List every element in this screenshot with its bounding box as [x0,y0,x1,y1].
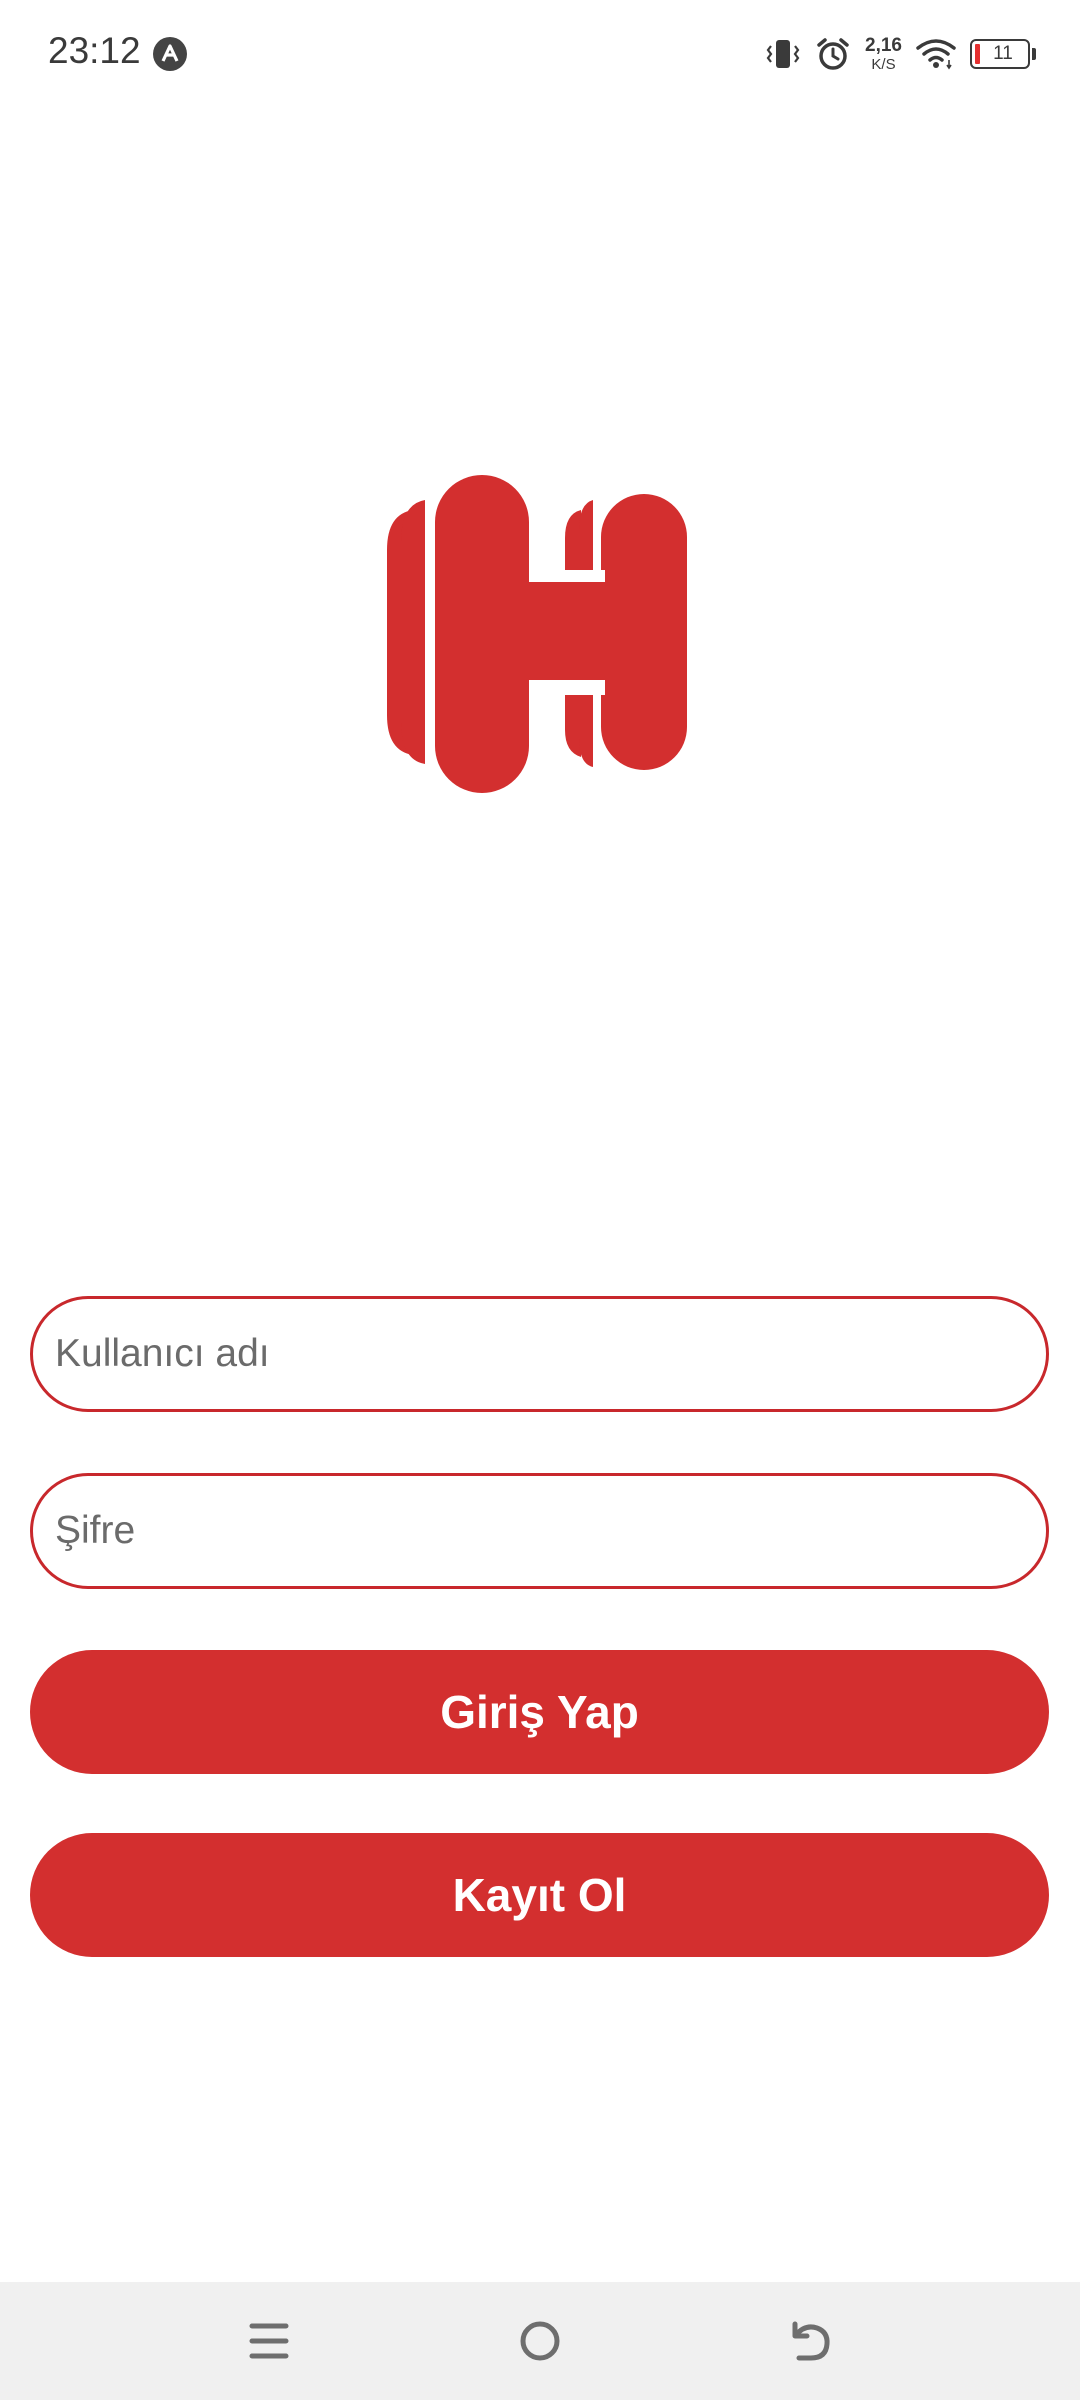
network-speed-value: 2,16 [865,35,902,56]
username-placeholder: Kullanıcı adı [55,1332,270,1375]
register-button[interactable]: Kayıt Ol [30,1833,1049,1957]
app-notification-icon [153,37,187,71]
hotels-h-logo [385,470,695,795]
login-screen: 23:12 2,16 K/S 11 Kullanıcı adı Şifre Gi… [0,0,1080,2400]
password-input[interactable]: Şifre [30,1473,1049,1589]
status-time: 23:12 [48,30,141,71]
login-button-label: Giriş Yap [440,1686,639,1738]
battery-icon: 11 [970,39,1030,69]
status-bar: 23:12 2,16 K/S 11 [0,0,1080,108]
password-placeholder: Şifre [55,1509,136,1552]
battery-level: 11 [993,43,1013,64]
network-speed: 2,16 K/S [865,36,902,72]
home-icon[interactable] [511,2312,569,2370]
username-input[interactable]: Kullanıcı adı [30,1296,1049,1412]
battery-tip [1032,48,1036,60]
back-icon[interactable] [781,2312,839,2370]
menu-icon[interactable] [240,2312,298,2370]
status-icons: 2,16 K/S 11 [765,30,1036,78]
register-button-label: Kayıt Ol [452,1869,627,1921]
navigation-bar [0,2282,1080,2400]
vibrate-icon [765,37,801,71]
network-speed-unit: K/S [871,56,896,73]
wifi-icon [916,38,956,70]
alarm-icon [815,36,851,72]
login-button[interactable]: Giriş Yap [30,1650,1049,1774]
